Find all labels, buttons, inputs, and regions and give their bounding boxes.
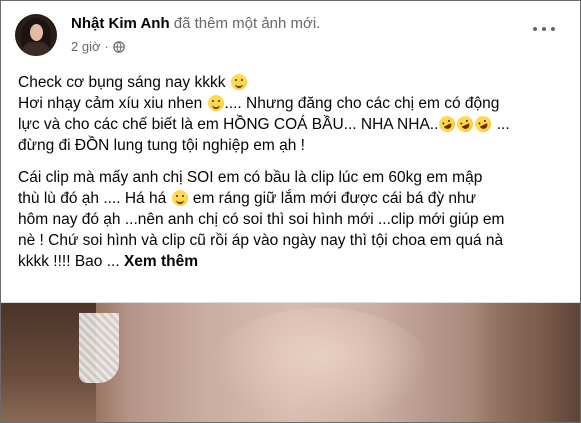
text-span: thù lù đó ạh .... Há há [18, 190, 167, 207]
photo-highlight [211, 308, 431, 422]
avatar-face [30, 24, 43, 41]
author-avatar[interactable] [15, 14, 57, 56]
rolling-on-floor-laughing-icon [454, 113, 477, 135]
more-dot [542, 27, 546, 31]
text-line: hôm nay đó ạh ...nên anh chị có soi thì … [18, 211, 505, 228]
text-span: kkkk !!!! Bao ... [18, 253, 120, 270]
author-name-link[interactable]: Nhật Kim Anh [71, 15, 170, 32]
see-more-link[interactable]: Xem thêm [124, 253, 198, 270]
grinning-face-icon [171, 190, 188, 206]
facebook-post: Nhật Kim Anh đã thêm một ảnh mới. 2 giờ … [0, 0, 581, 423]
more-dot [533, 27, 537, 31]
post-title-line: Nhật Kim Anh đã thêm một ảnh mới. [71, 15, 320, 32]
photo-fabric [79, 313, 119, 383]
post-paragraph-2: Cái clip mà mấy anh chị SOI em có bầu là… [18, 167, 568, 272]
text-line: đừng đi ĐỒN lung tung tội nghiệp em ạh ! [18, 137, 305, 154]
text-span: ... [496, 116, 510, 133]
more-options-icon[interactable] [533, 23, 555, 35]
winking-face-tongue-icon [207, 95, 224, 111]
photo-shadow-right [471, 303, 580, 422]
rolling-on-floor-laughing-icon [472, 113, 495, 135]
smiling-face-icon [230, 74, 247, 90]
globe-icon[interactable] [113, 40, 125, 53]
meta-separator: · [104, 39, 109, 54]
avatar-body [23, 42, 49, 56]
text-line: Hơi nhạy cảm xíu xiu nhen .... Nhưng đăn… [18, 93, 568, 114]
post-paragraph-1: Check cơ bụng sáng nay kkkk Hơi nhạy cảm… [18, 72, 568, 156]
post-meta: 2 giờ · [71, 39, 125, 54]
text-span: .... Nhưng đăng cho các chị em có động [224, 95, 500, 112]
text-span: em ráng giữ lắm mới được cái bá đỳ như [192, 190, 477, 207]
post-header: Nhật Kim Anh đã thêm một ảnh mới. 2 giờ … [1, 1, 580, 65]
rolling-on-floor-laughing-icon [436, 113, 459, 135]
post-photo[interactable] [1, 303, 580, 422]
text-span: lực và cho các chế biết là em HỒNG COÁ B… [18, 116, 439, 133]
text-line: nè ! Chứ soi hình và clip cũ rồi áp vào … [18, 232, 504, 249]
text-line: lực và cho các chế biết là em HỒNG COÁ B… [18, 113, 568, 135]
post-timestamp[interactable]: 2 giờ [71, 39, 101, 54]
more-dot [551, 27, 555, 31]
text-span: Check cơ bụng sáng nay kkkk [18, 74, 226, 91]
post-message: Check cơ bụng sáng nay kkkk Hơi nhạy cảm… [18, 72, 568, 283]
text-line: Cái clip mà mấy anh chị SOI em có bầu là… [18, 169, 483, 186]
text-line: kkkk !!!! Bao ... Xem thêm [18, 251, 568, 272]
text-line: thù lù đó ạh .... Há há em ráng giữ lắm … [18, 188, 568, 209]
text-span: Hơi nhạy cảm xíu xiu nhen [18, 95, 203, 112]
text-line: Check cơ bụng sáng nay kkkk [18, 72, 568, 93]
post-action-text: đã thêm một ảnh mới. [173, 15, 321, 32]
